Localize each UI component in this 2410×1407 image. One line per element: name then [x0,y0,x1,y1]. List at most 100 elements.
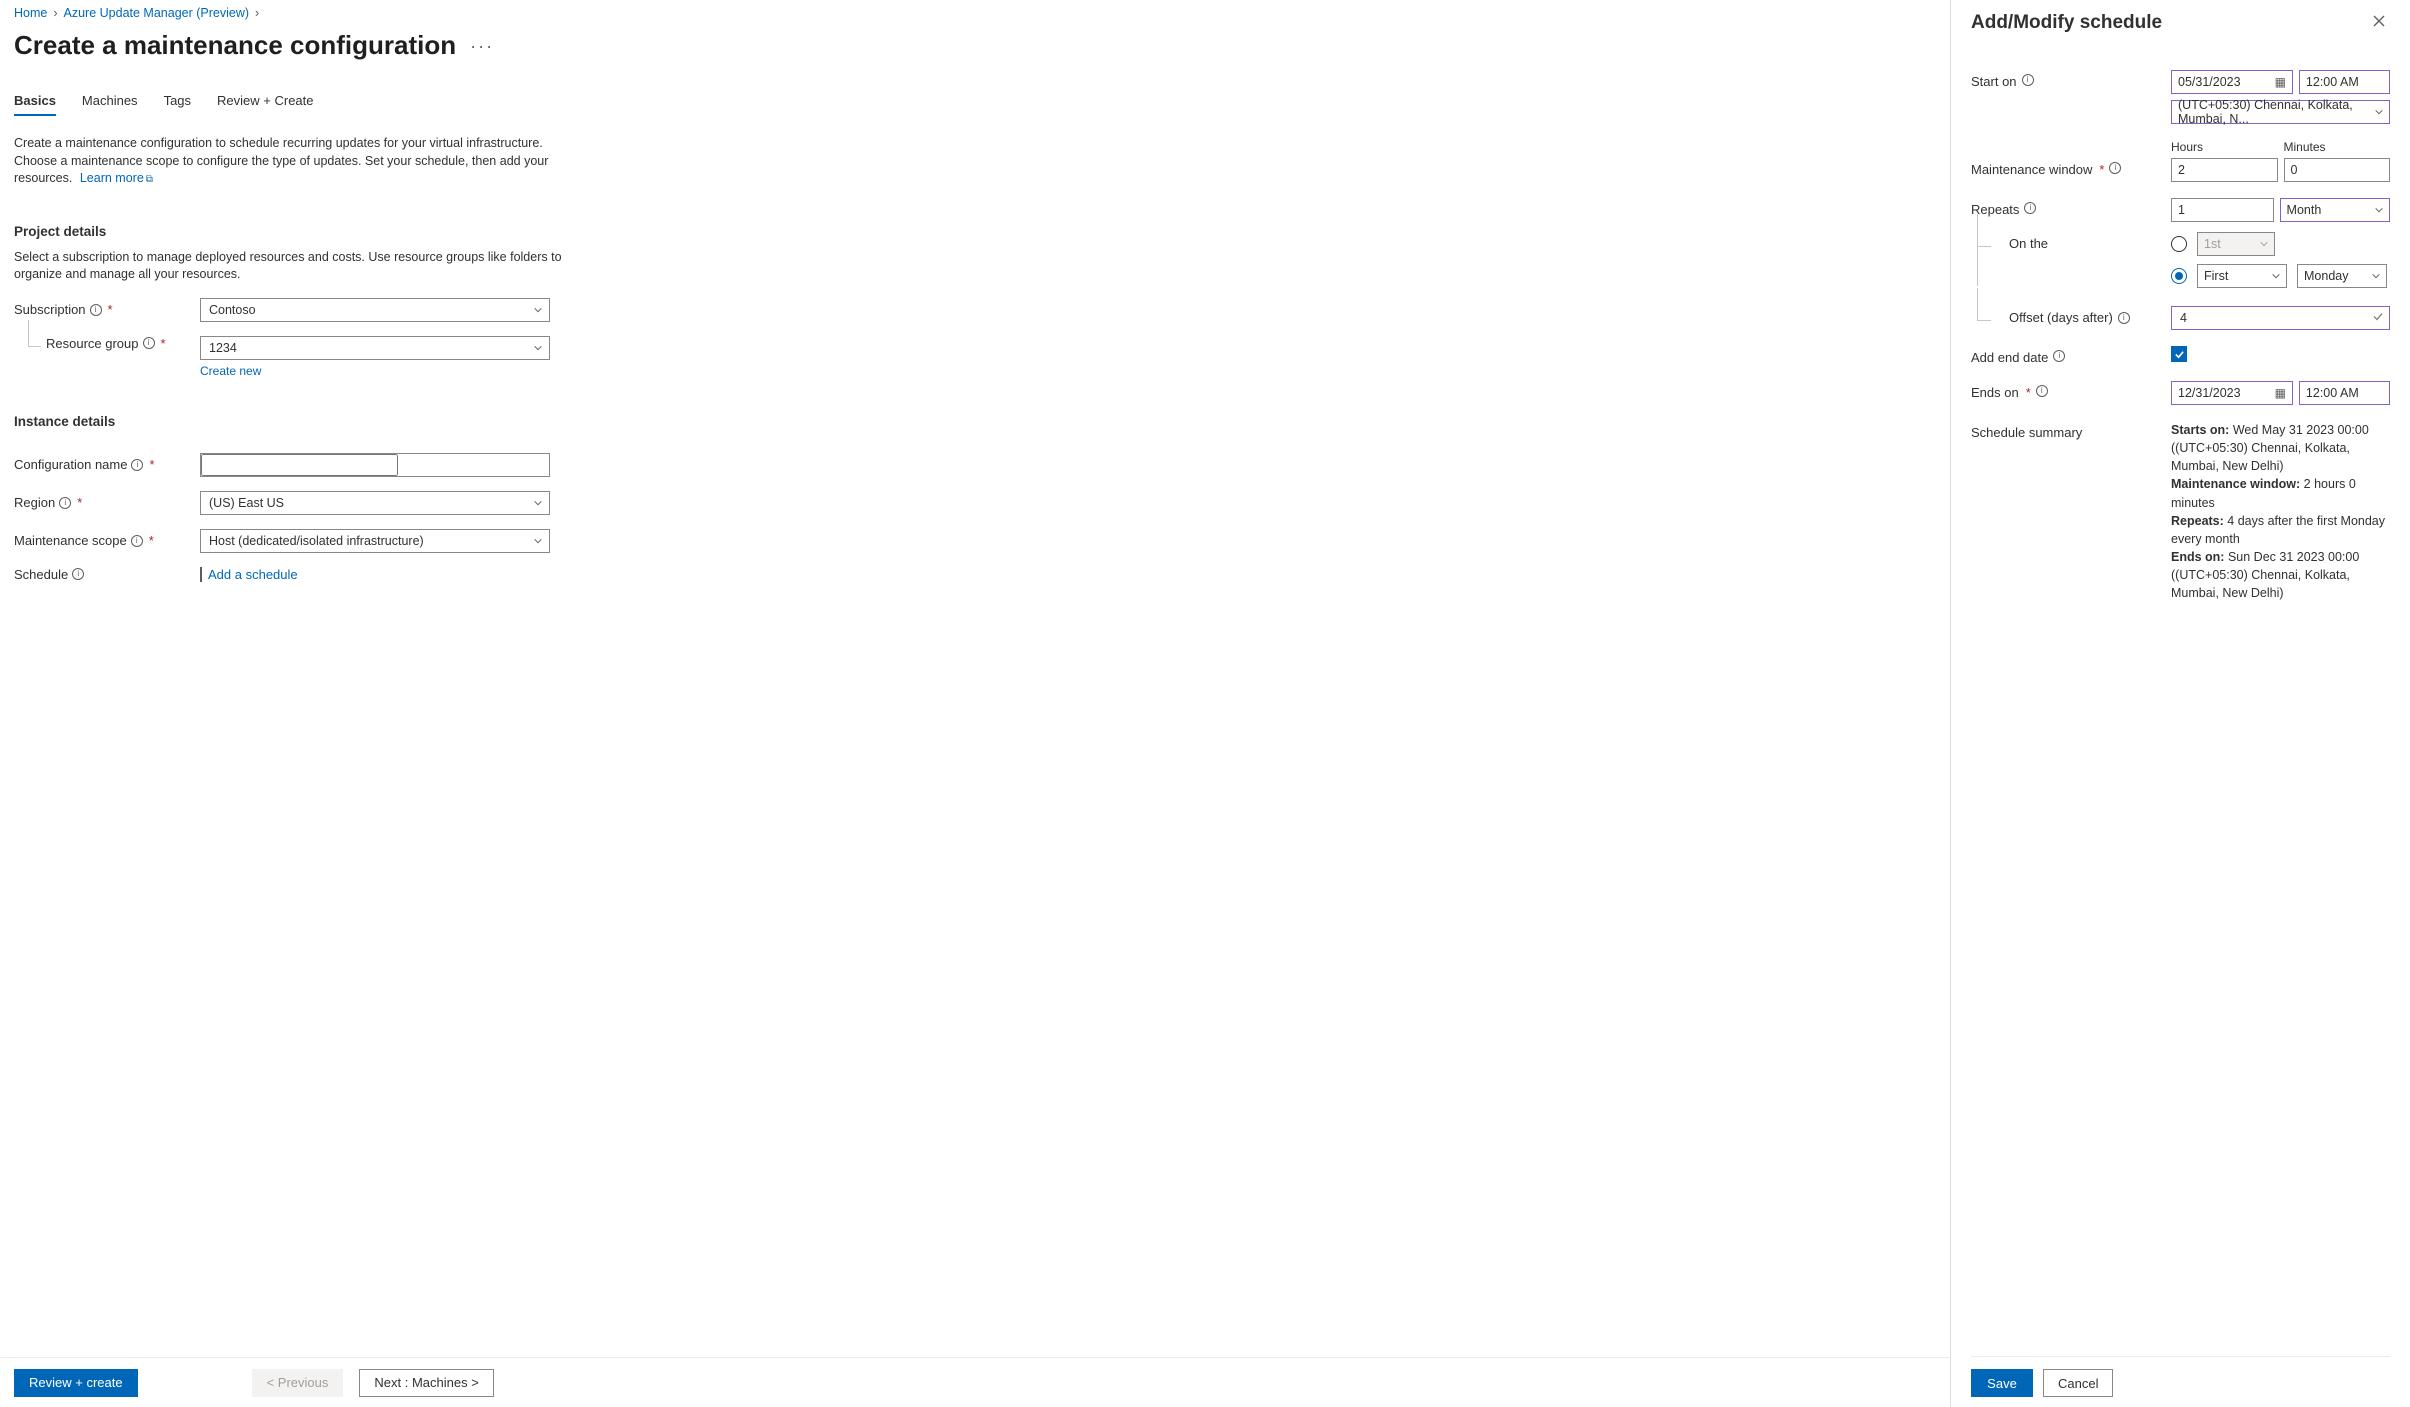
more-actions-button[interactable]: ··· [470,37,494,55]
external-link-icon: ⧉ [146,174,153,185]
info-icon[interactable]: i [2118,312,2130,324]
label-repeats: Repeats i [1971,198,2171,222]
label-schedule: Schedule i [14,567,200,582]
chevron-down-icon [533,343,543,353]
end-date-input[interactable]: 12/31/2023 ▦ [2171,381,2293,405]
radio-ordinal-weekday[interactable] [2171,268,2187,284]
hours-input[interactable]: 2 [2171,158,2278,182]
required-indicator: * [149,533,154,548]
info-icon[interactable]: i [131,459,143,471]
schedule-panel: Add/Modify schedule Start on i 05/31/202… [1950,0,2410,1407]
label-offset: Offset (days after) i [1971,306,2171,330]
required-indicator: * [2026,385,2031,400]
cancel-button[interactable]: Cancel [2043,1369,2113,1397]
info-icon[interactable]: i [2024,202,2036,214]
tab-basics[interactable]: Basics [14,93,56,116]
panel-title: Add/Modify schedule [1971,12,2162,34]
label-maintenance-window: Maintenance window * i [1971,140,2171,182]
chevron-down-icon [2374,205,2384,215]
checkmark-icon [2372,311,2384,326]
ordinal-select[interactable]: First [2197,264,2287,288]
breadcrumb-sep2: › [255,6,259,20]
resource-group-select[interactable]: 1234 [200,336,550,360]
info-icon[interactable]: i [2053,350,2065,362]
required-indicator: * [77,495,82,510]
chevron-down-icon [2374,107,2384,117]
calendar-icon: ▦ [2275,75,2286,89]
breadcrumb-sep1: › [53,6,57,20]
offset-input[interactable]: 4 [2171,306,2390,330]
info-icon[interactable]: i [2022,74,2034,86]
label-schedule-summary: Schedule summary [1971,421,2171,602]
label-on-the: On the [1971,232,2171,296]
required-indicator: * [2099,162,2104,177]
close-icon [2372,14,2386,28]
save-button[interactable]: Save [1971,1369,2033,1397]
timezone-select[interactable]: (UTC+05:30) Chennai, Kolkata, Mumbai, N.… [2171,100,2390,124]
label-subscription: Subscription i * [14,302,200,317]
chevron-down-icon [2271,271,2281,281]
label-config-name: Configuration name i * [14,457,200,472]
chevron-down-icon [2259,239,2269,249]
start-time-input[interactable]: 12:00 AM [2299,70,2390,94]
section-project-details: Project details [14,224,1936,239]
required-indicator: * [161,336,166,351]
label-start-on: Start on i [1971,70,2171,124]
required-indicator: * [149,457,154,472]
review-create-button[interactable]: Review + create [14,1369,138,1397]
region-select[interactable]: (US) East US [200,491,550,515]
day-number-select: 1st [2197,232,2275,256]
info-icon[interactable]: i [90,304,102,316]
info-icon[interactable]: i [59,497,71,509]
subscription-select[interactable]: Contoso [200,298,550,322]
check-icon [2174,349,2185,360]
create-new-resource-group-link[interactable]: Create new [200,364,261,378]
schedule-summary-text: Starts on: Wed May 31 2023 00:00 ((UTC+0… [2171,421,2390,602]
next-button[interactable]: Next : Machines > [359,1369,493,1397]
start-date-input[interactable]: 05/31/2023 ▦ [2171,70,2293,94]
tabs: Basics Machines Tags Review + Create [14,93,1936,117]
chevron-down-icon [533,305,543,315]
tab-machines[interactable]: Machines [82,93,138,116]
end-time-input[interactable]: 12:00 AM [2299,381,2390,405]
breadcrumb-home[interactable]: Home [14,6,47,20]
info-icon[interactable]: i [2036,385,2048,397]
footer-bar: Review + create < Previous Next : Machin… [0,1357,1950,1407]
add-schedule-link[interactable]: Add a schedule [208,567,298,582]
label-minutes: Minutes [2284,140,2391,154]
learn-more-link[interactable]: Learn more⧉ [80,171,153,185]
page-title: Create a maintenance configuration [14,30,456,61]
info-icon[interactable]: i [143,337,155,349]
weekday-select[interactable]: Monday [2297,264,2387,288]
chevron-down-icon [2371,271,2381,281]
label-hours: Hours [2171,140,2278,154]
calendar-icon: ▦ [2275,386,2286,400]
info-icon[interactable]: i [72,568,84,580]
section-instance-details: Instance details [14,414,1936,429]
tab-tags[interactable]: Tags [164,93,191,116]
chevron-down-icon [533,498,543,508]
panel-footer: Save Cancel [1971,1356,2390,1397]
breadcrumb: Home › Azure Update Manager (Preview) › [14,6,1936,20]
label-maintenance-scope: Maintenance scope i * [14,533,200,548]
info-icon[interactable]: i [2109,162,2121,174]
repeats-interval-input[interactable]: 1 [2171,198,2274,222]
radio-day-of-month[interactable] [2171,236,2187,252]
previous-button: < Previous [252,1369,344,1397]
info-icon[interactable]: i [131,535,143,547]
page-description: Create a maintenance configuration to sc… [14,135,574,188]
label-region: Region i * [14,495,200,510]
tab-review[interactable]: Review + Create [217,93,313,116]
maintenance-scope-select[interactable]: Host (dedicated/isolated infrastructure) [200,529,550,553]
minutes-input[interactable]: 0 [2284,158,2391,182]
repeats-unit-select[interactable]: Month [2280,198,2390,222]
config-name-input[interactable] [200,453,550,477]
label-add-end-date: Add end date i [1971,346,2171,365]
required-indicator: * [108,302,113,317]
label-ends-on: Ends on * i [1971,381,2171,405]
project-details-desc: Select a subscription to manage deployed… [14,249,574,284]
breadcrumb-update-manager[interactable]: Azure Update Manager (Preview) [64,6,250,20]
add-end-date-checkbox[interactable] [2171,346,2187,362]
chevron-down-icon [533,536,543,546]
close-panel-button[interactable] [2368,10,2390,36]
